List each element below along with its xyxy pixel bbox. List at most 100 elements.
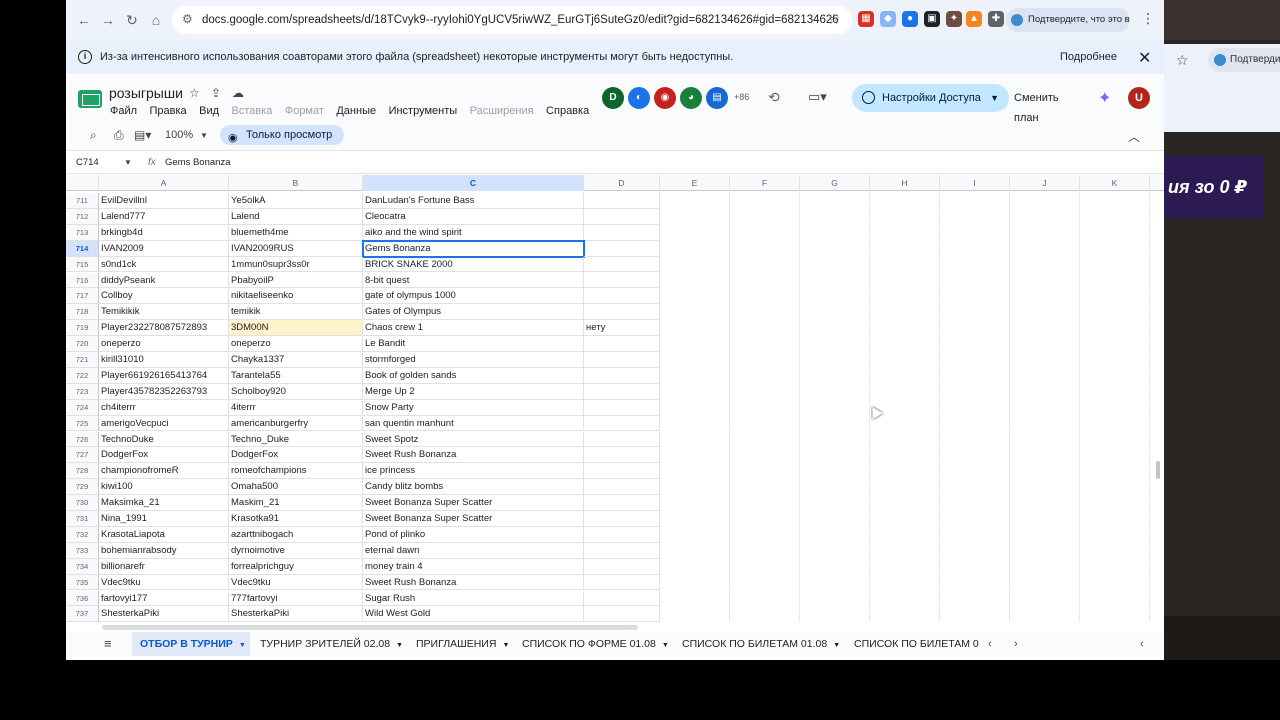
cell-d[interactable]: [584, 606, 660, 623]
cell-empty[interactable]: [800, 590, 870, 607]
cell-b[interactable]: forrealprichguy: [229, 558, 363, 575]
row-number[interactable]: 718: [66, 304, 99, 321]
cell-a[interactable]: KrasotaLiapota: [99, 526, 229, 543]
cell-empty[interactable]: [660, 511, 730, 527]
column-header-k[interactable]: K: [1080, 175, 1150, 191]
cell-empty[interactable]: [730, 415, 800, 432]
cell-empty[interactable]: [800, 415, 870, 432]
cell-d[interactable]: [584, 304, 660, 321]
cell-empty[interactable]: [730, 208, 800, 225]
chevron-down-icon[interactable]: ▼: [239, 642, 246, 649]
cell-empty[interactable]: [730, 511, 800, 527]
column-header-i[interactable]: I: [940, 175, 1010, 191]
cell-empty[interactable]: [1080, 383, 1150, 400]
cell-empty[interactable]: [870, 320, 940, 337]
cell-empty[interactable]: [800, 193, 870, 209]
cell-empty[interactable]: [1010, 558, 1080, 575]
cell-empty[interactable]: [1010, 320, 1080, 337]
column-header-f[interactable]: F: [730, 175, 800, 191]
cell-empty[interactable]: [1010, 574, 1080, 591]
cell-b[interactable]: IVAN2009RUS: [229, 240, 363, 257]
cell-empty[interactable]: [1010, 224, 1080, 241]
chevron-down-icon[interactable]: ▼: [124, 151, 132, 175]
cell-d[interactable]: нету: [584, 320, 660, 337]
column-header-b[interactable]: B: [229, 175, 363, 191]
cell-empty[interactable]: [940, 399, 1010, 416]
bookmark-icon[interactable]: ☆: [827, 11, 840, 28]
cell-empty[interactable]: [800, 336, 870, 352]
cell-empty[interactable]: [1080, 272, 1150, 289]
cell-empty[interactable]: [660, 495, 730, 511]
column-header-g[interactable]: G: [800, 175, 870, 191]
cell-b[interactable]: bluemeth4me: [229, 224, 363, 241]
cell-a[interactable]: Player661926165413764: [99, 367, 229, 384]
cell-empty[interactable]: [800, 574, 870, 591]
cell-b[interactable]: ShesterkaPiki: [229, 606, 363, 623]
all-sheets-icon[interactable]: ≡: [104, 636, 112, 651]
row-number[interactable]: 715: [66, 256, 99, 273]
cell-empty[interactable]: [660, 526, 730, 543]
cell-empty[interactable]: [940, 606, 1010, 623]
cell-a[interactable]: bohemianrabsody: [99, 542, 229, 559]
cell-a[interactable]: Vdec9tku: [99, 574, 229, 591]
cell-empty[interactable]: [800, 431, 870, 448]
cell-empty[interactable]: [1080, 320, 1150, 337]
cell-empty[interactable]: [730, 224, 800, 241]
cell-c[interactable]: Chaos crew 1: [363, 320, 584, 337]
cell-empty[interactable]: [730, 574, 800, 591]
extension-icon[interactable]: ✦: [946, 11, 962, 27]
cell-c[interactable]: 8-bit quest: [363, 272, 584, 289]
cell-empty[interactable]: [730, 240, 800, 257]
cell-empty[interactable]: [660, 479, 730, 496]
row-number[interactable]: 732: [66, 526, 99, 543]
cell-c[interactable]: Le Bandit: [363, 336, 584, 352]
cell-empty[interactable]: [660, 352, 730, 368]
cell-c[interactable]: money train 4: [363, 558, 584, 575]
cell-d[interactable]: [584, 590, 660, 607]
cell-empty[interactable]: [940, 590, 1010, 607]
cell-b[interactable]: Lalend: [229, 208, 363, 225]
extension-icon[interactable]: ▣: [924, 11, 940, 27]
copy-format-icon[interactable]: ▤▾: [134, 128, 151, 142]
cell-d[interactable]: [584, 352, 660, 368]
scroll-left-icon[interactable]: ‹: [988, 632, 992, 656]
collaborator-avatar[interactable]: D: [602, 87, 624, 109]
collaborator-avatar[interactable]: ◕: [680, 87, 702, 109]
cell-empty[interactable]: [730, 447, 800, 464]
cell-a[interactable]: Maksimka_21: [99, 495, 229, 511]
menu-tools[interactable]: Инструменты: [389, 105, 458, 117]
cell-empty[interactable]: [870, 352, 940, 368]
cell-a[interactable]: championofromeR: [99, 463, 229, 480]
cell-empty[interactable]: [800, 367, 870, 384]
cell-empty[interactable]: [800, 526, 870, 543]
cell-empty[interactable]: [870, 304, 940, 321]
chevron-down-icon[interactable]: ▼: [502, 642, 509, 649]
chevron-down-icon[interactable]: ▼: [833, 642, 840, 649]
cell-empty[interactable]: [870, 224, 940, 241]
cell-empty[interactable]: [1080, 336, 1150, 352]
cell-empty[interactable]: [1080, 574, 1150, 591]
document-title[interactable]: розыгрыши: [109, 85, 183, 101]
cell-d[interactable]: [584, 431, 660, 448]
cell-d[interactable]: [584, 208, 660, 225]
cell-empty[interactable]: [730, 590, 800, 607]
cell-c[interactable]: Pond of plinko: [363, 526, 584, 543]
cell-empty[interactable]: [1080, 511, 1150, 527]
row-number[interactable]: 726: [66, 431, 99, 448]
row-number[interactable]: 720: [66, 336, 99, 352]
cell-empty[interactable]: [870, 208, 940, 225]
menu-extensions[interactable]: Расширения: [470, 105, 534, 117]
cell-empty[interactable]: [1010, 256, 1080, 273]
cell-empty[interactable]: [1010, 526, 1080, 543]
cell-empty[interactable]: [1080, 256, 1150, 273]
spreadsheet-grid[interactable]: ABCDEFGHIJK 711 EvilDevillnl Ye5olkA DanLud…: [66, 175, 1164, 623]
cell-c[interactable]: Sweet Bonanza Super Scatter: [363, 495, 584, 511]
cell-a[interactable]: TechnoDuke: [99, 431, 229, 448]
column-header-d[interactable]: D: [584, 175, 660, 191]
cell-empty[interactable]: [1080, 606, 1150, 623]
cell-empty[interactable]: [940, 574, 1010, 591]
cell-empty[interactable]: [660, 193, 730, 209]
cell-c[interactable]: BRICK SNAKE 2000: [363, 256, 584, 273]
row-number[interactable]: 714: [66, 240, 99, 257]
row-number[interactable]: 723: [66, 383, 99, 400]
